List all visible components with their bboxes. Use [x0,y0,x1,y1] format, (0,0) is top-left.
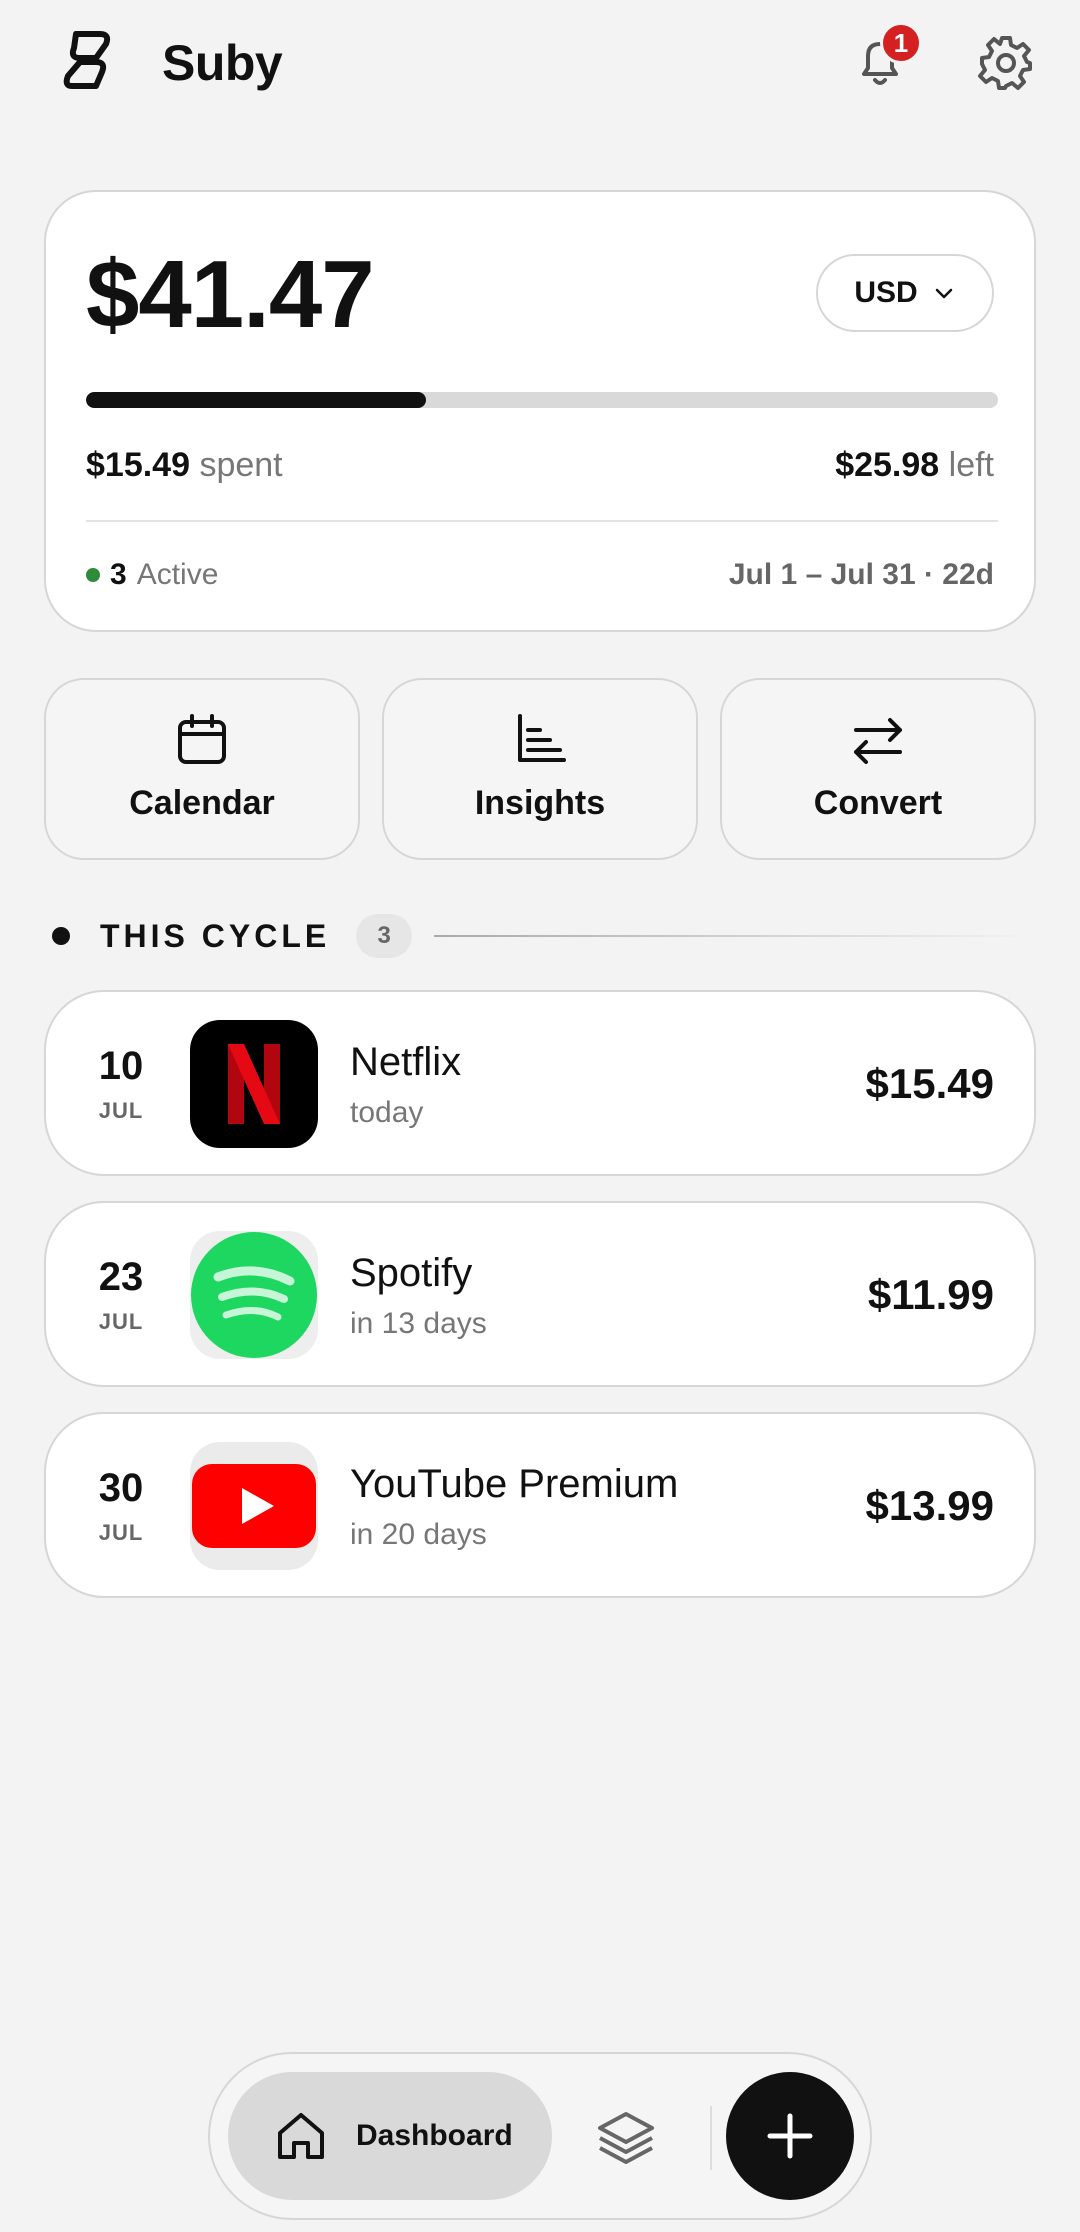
spent-amount: $15.49 [86,446,190,484]
calendar-icon [178,714,226,764]
nav-dashboard-label: Dashboard [356,2119,513,2152]
subscription-due: in 13 days [350,1307,487,1340]
cycle-section-header: THIS CYCLE 3 [52,914,1032,958]
left-label: left [948,446,994,484]
home-icon [278,2113,324,2159]
nav-separator [710,2106,712,2170]
subscription-row[interactable]: 30 JUL YouTube Premium in 20 days $13.99 [44,1412,1036,1598]
section-title: THIS CYCLE [100,917,331,954]
subscription-name: YouTube Premium [350,1462,679,1506]
plus-icon [767,2113,813,2159]
due-month: JUL [98,1309,144,1334]
billing-cycle-range: Jul 1 – Jul 31 · 22d [728,558,994,591]
active-count: 3 Active [86,558,218,592]
bottom-nav: Dashboard [208,2052,872,2220]
section-dot [52,927,70,945]
bar-chart-icon [518,714,566,762]
spending-progress-fill [86,392,427,408]
app-title: Suby [162,35,283,91]
section-divider [434,935,1032,937]
insights-label: Insights [474,784,606,822]
convert-button[interactable]: Convert [720,678,1036,860]
subscription-row[interactable]: 23 JUL Spotify in 13 days $11.99 [44,1201,1036,1387]
convert-label: Convert [813,784,943,822]
layers-icon[interactable] [594,2106,658,2170]
subscription-due: today [350,1096,424,1129]
swap-arrows-icon [854,718,902,764]
spent-summary: $15.49 spent [86,446,283,485]
currency-selector[interactable]: USD [816,254,994,332]
notification-badge: 1 [880,22,922,64]
section-count-badge: 3 [356,914,413,958]
subscription-name: Netflix [350,1040,462,1084]
subscription-price: $13.99 [865,1482,994,1529]
remaining-summary: $25.98 left [835,446,994,485]
suby-logo-icon [63,31,111,89]
spotify-icon [190,1231,318,1359]
subscription-price: $15.49 [865,1060,994,1107]
due-month: JUL [98,1520,144,1545]
subscription-name: Spotify [350,1251,473,1295]
subscription-due: in 20 days [350,1518,487,1551]
netflix-icon [190,1020,318,1148]
active-status-dot [86,568,100,582]
left-amount: $25.98 [835,446,940,484]
insights-button[interactable]: Insights [382,678,698,860]
spending-progress-bar [86,392,998,408]
subscription-price: $11.99 [867,1271,994,1318]
add-subscription-button[interactable] [726,2072,854,2200]
gear-icon[interactable] [974,30,1038,94]
due-month: JUL [98,1098,144,1123]
currency-label: USD [854,276,918,309]
calendar-label: Calendar [129,784,275,822]
active-number: 3 [110,558,127,591]
nav-dashboard-tab[interactable]: Dashboard [228,2072,552,2200]
subscription-row[interactable]: 10 JUL Netflix today $15.49 [44,990,1036,1176]
divider [86,520,998,522]
youtube-icon [190,1442,318,1570]
app-header: Suby 1 [0,0,1080,130]
due-day: 10 [98,1044,144,1088]
total-amount: $41.47 [86,241,375,348]
chevron-down-icon [935,288,952,299]
calendar-button[interactable]: Calendar [44,678,360,860]
spent-label: spent [199,446,283,484]
spending-summary-card: $41.47 USD $15.49 spent $25.98 left 3 Ac… [44,190,1036,632]
due-day: 23 [98,1255,144,1299]
active-label: Active [136,558,219,591]
due-day: 30 [98,1466,144,1510]
